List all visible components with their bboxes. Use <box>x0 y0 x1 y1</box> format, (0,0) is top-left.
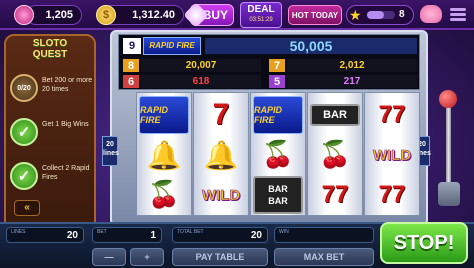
bell-icon-glyph: 🔔 <box>203 138 239 172</box>
lines-label: lines <box>103 150 119 157</box>
slot-game-screen: 1,205 1,312.40 $ BUY DEAL 03:51:29 HOT T… <box>0 0 474 268</box>
lever-base <box>438 182 460 206</box>
coin-icon: $ <box>96 5 116 25</box>
max-bet-button[interactable]: MAX BET <box>274 248 374 266</box>
lines-display: LINES 20 <box>6 227 84 243</box>
bell-icon-glyph: 🔔 <box>146 138 182 172</box>
paytable-row-value: 20,007 <box>141 59 261 72</box>
quest-item[interactable]: 0/20 Bet 200 or more 20 times <box>8 70 94 108</box>
bell-icon: 🔔 <box>139 136 189 174</box>
wild-symbol: WILD <box>372 146 412 164</box>
checkmark-icon: ✓ <box>10 162 38 190</box>
top-multiplier: 9 <box>123 38 141 54</box>
level-value: 8 <box>399 9 405 20</box>
quest-progress-badge: 0/20 <box>10 74 38 102</box>
lever[interactable] <box>430 90 466 210</box>
deal-button[interactable]: DEAL 03:51:29 <box>240 2 282 28</box>
double-chevron-left-icon[interactable]: « <box>14 200 40 216</box>
stop-button[interactable]: STOP! <box>380 222 468 264</box>
double-bar-symbol: BAR BAR <box>253 176 303 214</box>
total-bet-label: TOTAL BET <box>177 229 204 235</box>
deal-timer: 03:51:29 <box>249 17 273 23</box>
cherry-icon-glyph: 🍒 <box>261 140 295 170</box>
bet-decrease-button[interactable]: — <box>92 248 126 266</box>
cherry-icon: 🍒 <box>139 176 189 214</box>
seven-symbol: 7 <box>212 98 230 131</box>
gems-counter[interactable]: 1,205 <box>26 5 82 25</box>
level-bar-fill <box>367 11 384 19</box>
double-seven-symbol: 77 <box>321 181 349 208</box>
paytable-row-num: 6 <box>123 75 139 88</box>
paytable: 9 RAPID FIRE 50,005 8 20,007 7 2,012 6 6… <box>118 34 420 90</box>
lever-knob-icon <box>439 90 457 108</box>
lines-label: LINES <box>11 229 26 235</box>
lines-tag-left: 20 lines <box>102 136 119 166</box>
paytable-row-num: 8 <box>123 59 139 72</box>
cherry-icon: 🍒 <box>310 136 360 174</box>
level-progress[interactable]: ★ 8 <box>346 5 414 25</box>
paytable-row-value: 2,012 <box>287 59 417 72</box>
star-icon: ★ <box>349 7 362 23</box>
checkmark-icon: ✓ <box>10 118 38 146</box>
paytable-row-value: 618 <box>141 75 261 88</box>
deal-label: DEAL <box>247 4 275 15</box>
reel: RAPID FIRE 🍒 BAR BAR <box>250 92 306 216</box>
hot-today-button[interactable]: HOT TODAY <box>288 5 342 25</box>
paytable-row-value: 217 <box>287 75 417 88</box>
lever-arm <box>446 98 451 188</box>
jackpot-value: 50,005 <box>205 38 417 54</box>
bet-increase-button[interactable]: + <box>130 248 164 266</box>
reel: BAR 🍒 77 <box>307 92 363 216</box>
quest-item[interactable]: ✓ Collect 2 Rapid Fires <box>8 158 94 196</box>
quest-text: Collect 2 Rapid Fires <box>42 165 90 181</box>
paytable-row-num: 7 <box>269 59 285 72</box>
total-bet-display: TOTAL BET 20 <box>172 227 268 243</box>
top-bar: 1,205 1,312.40 $ BUY DEAL 03:51:29 HOT T… <box>0 0 474 30</box>
reels-area: RAPID FIRE 🔔 🍒 7 🔔 WILD RAPID FIRE 🍒 BAR BAR BAR 🍒… <box>118 92 420 216</box>
win-label: WIN <box>279 229 289 235</box>
rapid-fire-symbol: RAPID FIRE <box>253 96 303 134</box>
bet-label: BET <box>97 229 107 235</box>
lines-count: 20 <box>106 141 114 148</box>
wild-symbol: WILD <box>201 186 241 204</box>
reel: 7 🔔 WILD <box>193 92 249 216</box>
double-seven-symbol: 77 <box>378 101 406 128</box>
double-seven-symbol: 77 <box>378 181 406 208</box>
menu-icon[interactable] <box>448 6 468 24</box>
hot-today-label: HOT TODAY <box>291 10 339 20</box>
gem-icon <box>14 5 34 25</box>
bar-symbol: BAR <box>310 104 360 126</box>
coins-value: 1,312.40 <box>132 9 175 21</box>
reel: RAPID FIRE 🔔 🍒 <box>136 92 192 216</box>
rapid-fire-symbol: RAPID FIRE <box>139 96 189 134</box>
lines-value: 20 <box>66 230 78 241</box>
cherry-icon: 🍒 <box>253 136 303 174</box>
total-bet-value: 20 <box>250 230 262 241</box>
quest-text: Bet 200 or more 20 times <box>42 77 93 93</box>
reel: 77 WILD 77 <box>364 92 420 216</box>
quest-text: Get 1 Big Wins <box>42 121 89 128</box>
cherry-icon-glyph: 🍒 <box>318 140 352 170</box>
bet-value: 1 <box>150 230 156 241</box>
win-value: 0 <box>362 230 368 241</box>
piggy-bank-icon[interactable] <box>420 5 442 23</box>
gems-value: 1,205 <box>45 9 73 21</box>
cherry-icon-glyph: 🍒 <box>147 180 181 210</box>
quest-title-line1: SLOTO <box>32 38 68 49</box>
quest-panel: SLOTO QUEST 0/20 Bet 200 or more 20 time… <box>4 34 96 234</box>
win-display: WIN 0 <box>274 227 374 243</box>
stop-label: STOP! <box>393 231 455 254</box>
paytable-row-num: 5 <box>269 75 285 88</box>
quest-title-line2: QUEST <box>32 49 68 60</box>
bell-icon: 🔔 <box>196 136 246 174</box>
rapid-fire-symbol: RAPID FIRE <box>143 37 201 55</box>
pay-table-button[interactable]: PAY TABLE <box>172 248 268 266</box>
quest-item[interactable]: ✓ Get 1 Big Wins <box>8 114 94 152</box>
sloto-quest-logo: SLOTO QUEST <box>10 38 90 64</box>
level-bar <box>367 11 395 19</box>
bet-display: BET 1 <box>92 227 162 243</box>
